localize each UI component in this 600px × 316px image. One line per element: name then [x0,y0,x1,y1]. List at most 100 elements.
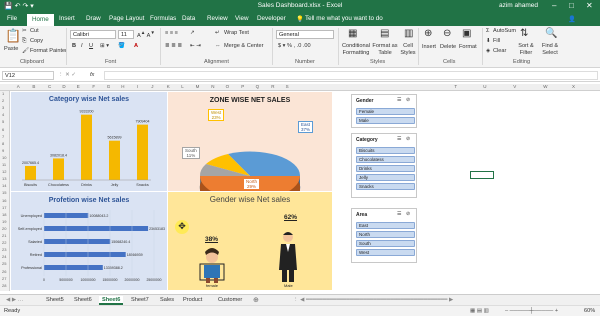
sheet-nav-arrows[interactable]: ◀ ▶ … [3,296,26,305]
name-box[interactable]: V12 [2,71,54,80]
user-name[interactable]: azim ahamed [499,2,538,9]
tab-page-layout[interactable]: Page Layout [109,15,144,22]
copy-icon[interactable]: ⎘ [22,38,26,45]
clear-icon[interactable]: ◈ [486,48,490,54]
underline-button[interactable]: U [89,43,93,49]
multi-select-icon[interactable]: ☰ [397,136,401,142]
sheet-tab-customer[interactable]: Customer [215,296,245,305]
slicer-item-female[interactable]: Female [356,108,415,115]
row-header-13[interactable]: 13 [2,176,6,181]
conditional-formatting-icon[interactable]: ▦ [348,28,357,39]
view-mode-icons[interactable]: ▦ ▤ ▥ [470,308,489,314]
zoom-slider[interactable]: – ─────┼───── + [505,308,558,314]
slicer-item-drinks[interactable]: Drinks [356,165,415,172]
delete-cells-icon[interactable]: ⊖ [443,28,451,39]
row-header-1[interactable]: 1 [2,91,4,96]
orientation-icon[interactable]: ↗ [190,30,195,36]
category-chart-panel[interactable]: Category wise Net sales 2007665.4 Biscuit… [11,92,167,191]
font-color-icon[interactable]: A [134,43,138,49]
cell-styles-icon[interactable]: ▥ [404,28,413,39]
currency-icon[interactable]: $ ▾ % , .0 .00 [278,43,311,49]
tab-developer[interactable]: Developer [257,15,286,22]
row-header-8[interactable]: 8 [2,141,4,146]
column-header-b[interactable]: B [32,84,35,89]
zone-chart-panel[interactable]: ZONE WISE NET SALES East 37% North 29% Sou… [168,92,332,191]
row-header-6[interactable]: 6 [2,127,4,132]
row-header-23[interactable]: 23 [2,247,6,252]
format-cells-button[interactable]: Format [459,44,477,50]
category-slicer[interactable]: Category ☰ ⊘ Biscuits Chocolatess Drinks… [351,133,417,198]
formula-input[interactable] [104,71,598,80]
clear-filter-icon[interactable]: ⊘ [406,97,410,103]
tab-view[interactable]: View [235,15,249,22]
wrap-text-button[interactable]: Wrap Text [224,30,249,36]
slicer-item-male[interactable]: Male [356,117,415,124]
column-header-c[interactable]: C [48,84,51,89]
align-top-icon[interactable]: ≡ ≡ ≡ [165,30,178,36]
row-header-12[interactable]: 12 [2,169,6,174]
column-header-j[interactable]: J [151,84,153,89]
sort-filter-icon[interactable]: ⇅ [520,28,528,39]
cut-icon[interactable]: ✂ [22,28,27,34]
row-header-19[interactable]: 19 [2,219,6,224]
share-icon[interactable]: 👤 [568,15,576,23]
column-header-o[interactable]: O [226,84,230,89]
slicer-item-chocolatess[interactable]: Chocolatess [356,156,415,163]
copy-button[interactable]: Copy [30,38,43,44]
gender-slicer[interactable]: Gender ☰ ⊘ Female Male [351,94,417,128]
row-header-26[interactable]: 26 [2,269,6,274]
column-header-u[interactable]: U [483,84,486,89]
slicer-item-south[interactable]: South [356,240,415,247]
row-header-3[interactable]: 3 [2,105,4,110]
row-header-15[interactable]: 15 [2,190,6,195]
row-header-14[interactable]: 14 [2,183,6,188]
row-header-11[interactable]: 11 [2,162,6,167]
tab-draw[interactable]: Draw [86,15,101,22]
find-select-button[interactable]: Find & Select [538,43,562,57]
row-header-10[interactable]: 10 [2,155,6,160]
fill-button[interactable]: Fill [493,38,500,44]
row-header-24[interactable]: 24 [2,254,6,259]
zoom-level[interactable]: 60% [584,308,595,314]
slicer-item-snacks[interactable]: Snacks [356,183,415,190]
fill-icon[interactable]: ⬇ [486,38,491,44]
row-header-22[interactable]: 22 [2,240,6,245]
fx-icon[interactable]: fx [90,72,94,78]
row-header-18[interactable]: 18 [2,212,6,217]
indent-icon[interactable]: ⇤ ⇥ [190,43,201,49]
font-size-select[interactable]: 11 [118,30,134,39]
column-header-w[interactable]: W [543,84,547,89]
autosum-icon[interactable]: Σ [486,28,489,34]
autosum-button[interactable]: AutoSum [493,28,516,34]
slicer-item-jelly[interactable]: Jelly [356,174,415,181]
row-header-17[interactable]: 17 [2,205,6,210]
row-header-4[interactable]: 4 [2,112,4,117]
italic-button[interactable]: I [81,43,83,49]
paste-icon[interactable]: 📋 [5,28,21,44]
fill-color-icon[interactable]: 🪣 [118,43,125,49]
insert-cells-icon[interactable]: ⊕ [424,28,432,39]
row-header-7[interactable]: 7 [2,134,4,139]
column-header-k[interactable]: K [167,84,170,89]
row-header-2[interactable]: 2 [2,98,4,103]
slicer-item-east[interactable]: East [356,222,415,229]
find-select-icon[interactable]: 🔍 [545,28,557,39]
tab-data[interactable]: Data [182,15,195,22]
profession-chart-panel[interactable]: Profetion wise Net sales 10088043.2 Unemp… [11,192,167,290]
clear-filter-icon[interactable]: ⊘ [406,211,410,217]
tab-file[interactable]: File [7,15,17,22]
gender-chart-panel[interactable]: Gender wise Net sales 38% 62% female Mal… [168,192,332,290]
active-cell[interactable] [470,171,494,179]
cell-styles-button[interactable]: Cell Styles [399,43,417,57]
clear-filter-icon[interactable]: ⊘ [406,136,410,142]
row-header-16[interactable]: 16 [2,198,6,203]
tab-home[interactable]: Home [27,14,54,26]
tab-review[interactable]: Review [207,15,228,22]
column-header-s[interactable]: S [286,84,289,89]
row-header-21[interactable]: 21 [2,233,6,238]
number-format-select[interactable]: General [276,30,334,39]
format-as-table-button[interactable]: Format as Table [372,43,398,57]
row-header-28[interactable]: 28 [2,283,6,288]
format-as-table-icon[interactable]: ▤ [380,28,389,39]
sheet-tab-sheet6[interactable]: Sheet6 [71,296,95,305]
